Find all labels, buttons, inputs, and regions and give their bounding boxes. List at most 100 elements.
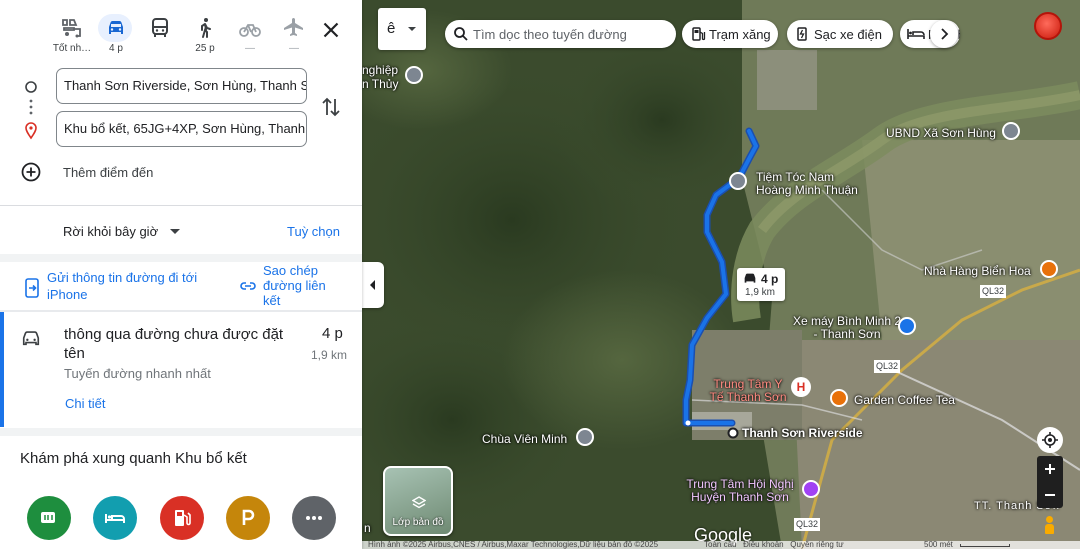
mode-walking[interactable]: 25 p — [183, 12, 227, 58]
explore-hotels-button[interactable] — [93, 496, 137, 540]
gas-station-icon — [692, 27, 706, 41]
gas-station-icon — [175, 510, 191, 526]
mode-transit[interactable] — [138, 12, 182, 58]
caret-down-icon — [169, 229, 180, 234]
temple-poi-icon[interactable] — [576, 428, 594, 446]
shop-poi-icon[interactable] — [898, 317, 916, 335]
route-duration: 4 p — [322, 325, 343, 342]
road-label-ql32: QL32 — [874, 360, 901, 373]
map-label-nghiep: nghiệp — [362, 63, 399, 77]
map-label-hoi-nghi: Trung Tâm Hội Nghị Huyện Thanh Sơn — [686, 477, 794, 504]
mode-flights[interactable]: — — [272, 12, 316, 58]
map-layers-button[interactable]: Lớp bản đồ — [383, 466, 453, 536]
copy-link-button[interactable]: Sao chép đường liên kết — [263, 263, 343, 309]
route-callout[interactable]: 4 p 1,9 km — [737, 268, 785, 301]
map-label-nha-hang: Nhà Hàng Biển Hoa — [924, 264, 1031, 278]
map-label-ubnd: UBND Xã Sơn Hùng — [886, 126, 996, 140]
filter-scroll-right-button[interactable] — [930, 20, 958, 48]
explore-more-button[interactable] — [292, 496, 336, 540]
map-scale-label: 500 mét — [924, 541, 953, 549]
restaurant-poi-icon[interactable] — [1040, 260, 1058, 278]
footer-links[interactable]: Toàn cầu Điều khoản Quyền riêng tư — [704, 541, 844, 549]
bus-icon — [152, 18, 168, 37]
explore-gas-stations-button[interactable] — [160, 496, 204, 540]
filter-gas-stations[interactable]: Trạm xăng — [682, 20, 778, 48]
add-destination-button[interactable]: Thêm điểm đến — [20, 160, 220, 186]
send-to-phone-link[interactable]: Gửi thông tin đường đi tới iPhone — [47, 269, 217, 303]
route-search-input[interactable]: Tìm dọc theo tuyến đường — [473, 27, 669, 42]
government-poi-icon[interactable] — [1002, 122, 1020, 140]
walking-icon — [201, 18, 211, 38]
route-start-marker[interactable] — [729, 172, 747, 190]
depart-time-dropdown[interactable]: Rời khỏi bây giờ — [63, 224, 180, 239]
route-via-label: thông qua đường chưa được đặt tên — [64, 326, 284, 362]
map-label-edge: n — [364, 521, 371, 535]
route-details-link[interactable]: Chi tiết — [65, 396, 105, 411]
map-label-trung-tam-y-te: Trung Tâm Y Tế Thanh Sơn — [709, 377, 787, 404]
filter-ev-charging[interactable]: Sạc xe điện — [787, 20, 893, 48]
section-divider — [0, 254, 362, 262]
travel-mode-bar: Tốt nh… 4 p 25 p — — — [0, 0, 362, 60]
filter-ev-label: Sạc xe điện — [814, 27, 882, 42]
map-label-xe-may: Xe máy Bình Minh 2 - Thanh Sơn — [792, 314, 902, 341]
caret-down-icon — [408, 27, 416, 31]
destination-input[interactable]: Khu bổ kết, 65JG+4XP, Sơn Hùng, Thanh Sơ… — [56, 111, 307, 147]
more-horizontal-icon — [306, 516, 322, 520]
hotel-bed-icon — [105, 514, 125, 523]
street-view-pegman-icon[interactable] — [1043, 516, 1055, 534]
explore-restaurants-button[interactable] — [27, 496, 71, 540]
route-distance: 1,9 km — [310, 348, 347, 362]
chevron-right-icon — [941, 28, 949, 40]
my-location-icon — [1042, 432, 1058, 448]
plus-icon — [1045, 464, 1055, 474]
link-icon — [240, 282, 256, 290]
car-icon — [22, 331, 40, 346]
add-circle-icon — [21, 162, 41, 182]
route-option-card[interactable]: thông qua đường chưa được đặt tên 4 p 1,… — [0, 312, 362, 427]
section-divider — [0, 428, 362, 436]
divider — [0, 205, 362, 206]
explore-nearby-title: Khám phá xung quanh Khu bổ kết — [20, 450, 247, 467]
share-row: Gửi thông tin đường đi tới iPhone Sao ch… — [0, 262, 362, 310]
collapse-panel-button[interactable] — [362, 262, 384, 308]
search-icon — [454, 27, 468, 41]
callout-distance: 1,9 km — [745, 287, 776, 298]
imagery-attribution: Hình ảnh ©2025 Airbus,CNES / Airbus,Maxa… — [368, 541, 659, 549]
account-avatar[interactable] — [1034, 12, 1062, 40]
hospital-poi-icon[interactable]: H — [791, 377, 811, 397]
options-button[interactable]: Tuỳ chọn — [287, 224, 340, 239]
language-button[interactable]: ê — [378, 8, 426, 50]
swap-arrows-icon[interactable] — [320, 95, 342, 119]
map-label-tiem-toc: Tiệm Tóc Nam Hoàng Minh Thuận — [756, 170, 858, 197]
bicycle-icon — [239, 24, 261, 37]
restaurant-icon — [41, 512, 55, 523]
zoom-in-button[interactable] — [1037, 456, 1063, 482]
directions-panel: Tốt nh… 4 p 25 p — — Thanh Sơn Riverside… — [0, 0, 362, 549]
map-scale-bar — [960, 544, 1010, 547]
route-search-box[interactable]: Tìm dọc theo tuyến đường — [445, 20, 676, 48]
map-label-garden-coffee: Garden Coffee Tea — [854, 393, 955, 407]
origin-input[interactable]: Thanh Sơn Riverside, Sơn Hùng, Thanh Sơn — [56, 68, 307, 104]
cafe-poi-icon[interactable] — [830, 389, 848, 407]
zoom-out-button[interactable] — [1037, 482, 1063, 508]
event-venue-poi-icon[interactable] — [802, 480, 820, 498]
chevron-left-icon — [370, 280, 375, 290]
my-location-button[interactable] — [1037, 427, 1063, 453]
map-label-riverside: Thanh Sơn Riverside — [742, 426, 863, 440]
layers-label: Lớp bản đồ — [392, 517, 444, 528]
best-route-icon — [62, 19, 81, 38]
mode-flights-label: — — [289, 43, 299, 54]
satellite-map[interactable]: ê Tìm dọc theo tuyến đường Trạm xăng Sạc… — [362, 0, 1080, 549]
minus-icon — [1045, 494, 1055, 496]
poi-marker[interactable] — [405, 66, 423, 84]
close-directions-icon[interactable] — [318, 17, 344, 43]
map-label-chua-vien-minh: Chùa Viên Minh — [482, 432, 568, 446]
explore-parking-button[interactable] — [226, 496, 270, 540]
mode-driving-label: 4 p — [109, 43, 123, 54]
send-to-phone-icon — [25, 278, 39, 298]
mode-driving[interactable]: 4 p — [94, 12, 138, 58]
map-attribution-bar: Hình ảnh ©2025 Airbus,CNES / Airbus,Maxa… — [362, 541, 1080, 549]
filter-gas-label: Trạm xăng — [709, 27, 771, 42]
car-icon — [744, 273, 756, 283]
callout-duration: 4 p — [761, 272, 779, 286]
